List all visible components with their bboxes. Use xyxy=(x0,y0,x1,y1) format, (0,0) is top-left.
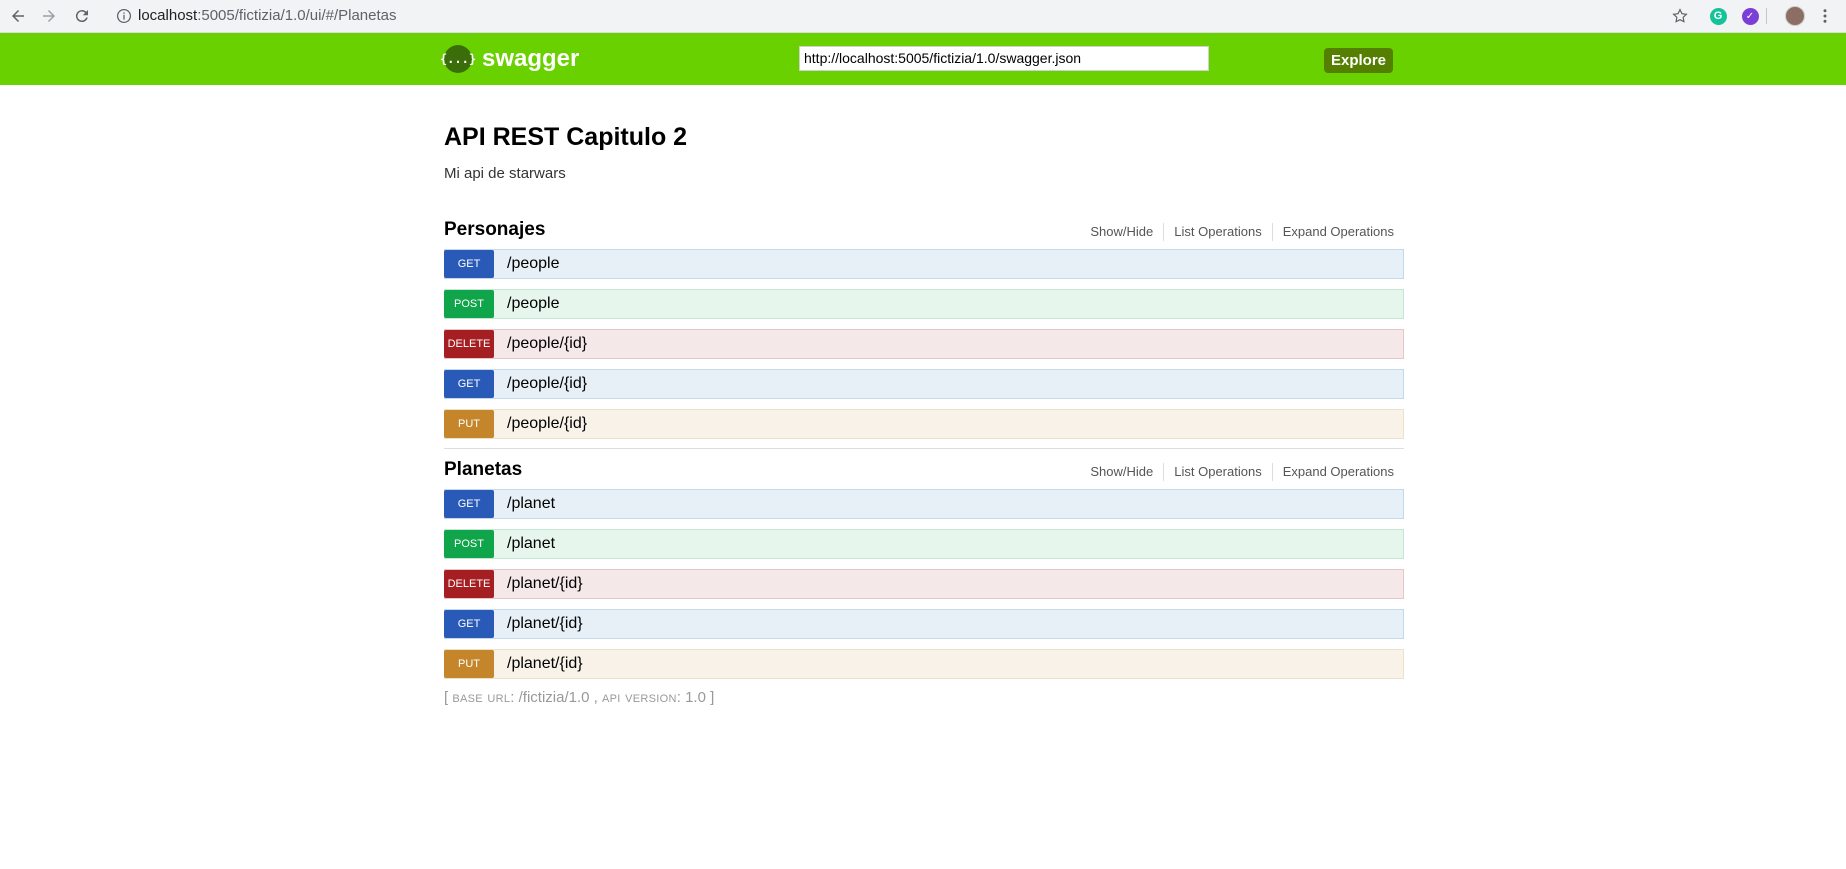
operation-path[interactable]: /people/{id} xyxy=(507,415,587,433)
reload-icon[interactable] xyxy=(70,4,94,28)
method-badge[interactable]: PUT xyxy=(444,650,494,678)
api-description: Mi api de starwars xyxy=(444,165,566,182)
list-operations-link[interactable]: List Operations xyxy=(1164,463,1273,481)
check-extension-icon[interactable]: ✓ xyxy=(1738,4,1762,28)
method-badge[interactable]: POST xyxy=(444,290,494,318)
swagger-header: {...} swagger http://localhost:5005/fict… xyxy=(0,33,1846,85)
method-badge[interactable]: POST xyxy=(444,530,494,558)
explore-button[interactable]: Explore xyxy=(1324,48,1393,73)
operation-row[interactable]: POST /people xyxy=(444,289,1404,319)
method-badge[interactable]: PUT xyxy=(444,410,494,438)
operation-path[interactable]: /planet xyxy=(507,495,555,513)
browser-toolbar: localhost:5005/fictizia/1.0/ui/#/Planeta… xyxy=(0,0,1846,33)
resource-title[interactable]: Planetas xyxy=(444,459,522,481)
spec-url-input[interactable]: http://localhost:5005/fictizia/1.0/swagg… xyxy=(799,46,1209,71)
toolbar-divider xyxy=(1766,8,1767,24)
base-url-label: base url xyxy=(452,689,511,706)
method-badge[interactable]: DELETE xyxy=(444,570,494,598)
url-path: :5005/fictizia/1.0/ui/#/Planetas xyxy=(197,7,397,24)
show-hide-link[interactable]: Show/Hide xyxy=(1080,223,1165,241)
method-badge[interactable]: DELETE xyxy=(444,330,494,358)
back-icon[interactable] xyxy=(6,4,30,28)
address-bar[interactable]: localhost:5005/fictizia/1.0/ui/#/Planeta… xyxy=(138,6,397,26)
api-footer: [ base url: /fictizia/1.0 , api version:… xyxy=(444,689,715,706)
list-operations-link[interactable]: List Operations xyxy=(1164,223,1273,241)
method-badge[interactable]: GET xyxy=(444,250,494,278)
base-url-value: /fictizia/1.0 xyxy=(518,689,590,706)
method-badge[interactable]: GET xyxy=(444,610,494,638)
operation-path[interactable]: /planet/{id} xyxy=(507,655,583,673)
show-hide-link[interactable]: Show/Hide xyxy=(1080,463,1165,481)
operation-path[interactable]: /people/{id} xyxy=(507,335,587,353)
api-version-label: api version xyxy=(602,689,677,706)
expand-operations-link[interactable]: Expand Operations xyxy=(1273,223,1404,241)
api-version-value: 1.0 xyxy=(685,689,706,706)
operation-row[interactable]: GET /planet/{id} xyxy=(444,609,1404,639)
expand-operations-link[interactable]: Expand Operations xyxy=(1273,463,1404,481)
operation-path[interactable]: /people xyxy=(507,295,560,313)
main-content: API REST Capitulo 2 Mi api de starwars P… xyxy=(444,85,1404,706)
swagger-logo-icon: {...} xyxy=(440,45,476,73)
operation-path[interactable]: /people/{id} xyxy=(507,375,587,393)
operation-row[interactable]: PUT /people/{id} xyxy=(444,409,1404,439)
resource-planetas: Planetas Show/Hide List Operations Expan… xyxy=(444,449,1404,679)
profile-avatar[interactable] xyxy=(1783,4,1807,28)
operation-row[interactable]: DELETE /people/{id} xyxy=(444,329,1404,359)
url-host: localhost xyxy=(138,7,198,24)
operation-path[interactable]: /people xyxy=(507,255,560,273)
resource-operations-links: Show/Hide List Operations Expand Operati… xyxy=(1080,223,1404,241)
resource-operations-links: Show/Hide List Operations Expand Operati… xyxy=(1080,463,1404,481)
swagger-logo[interactable]: {...} swagger xyxy=(440,45,580,73)
method-badge[interactable]: GET xyxy=(444,490,494,518)
operation-path[interactable]: /planet xyxy=(507,535,555,553)
operation-row[interactable]: DELETE /planet/{id} xyxy=(444,569,1404,599)
bookmark-star-icon[interactable] xyxy=(1668,4,1692,28)
operation-row[interactable]: PUT /planet/{id} xyxy=(444,649,1404,679)
grammarly-extension-icon[interactable]: G xyxy=(1706,4,1730,28)
operation-row[interactable]: GET /people xyxy=(444,249,1404,279)
swagger-logo-text: swagger xyxy=(482,45,580,72)
forward-icon[interactable] xyxy=(37,4,61,28)
api-title: API REST Capitulo 2 xyxy=(444,123,688,151)
operation-row[interactable]: POST /planet xyxy=(444,529,1404,559)
operation-row[interactable]: GET /people/{id} xyxy=(444,369,1404,399)
footer-open-bracket: [ xyxy=(444,689,449,706)
operation-row[interactable]: GET /planet xyxy=(444,489,1404,519)
operation-path[interactable]: /planet/{id} xyxy=(507,615,583,633)
resource-title[interactable]: Personajes xyxy=(444,219,545,241)
footer-close-bracket: ] xyxy=(710,689,715,706)
menu-kebab-icon[interactable] xyxy=(1813,4,1837,28)
info-icon[interactable] xyxy=(114,6,134,26)
resource-header: Personajes Show/Hide List Operations Exp… xyxy=(444,209,1404,249)
resource-header: Planetas Show/Hide List Operations Expan… xyxy=(444,449,1404,489)
resource-personajes: Personajes Show/Hide List Operations Exp… xyxy=(444,209,1404,439)
method-badge[interactable]: GET xyxy=(444,370,494,398)
operation-path[interactable]: /planet/{id} xyxy=(507,575,583,593)
